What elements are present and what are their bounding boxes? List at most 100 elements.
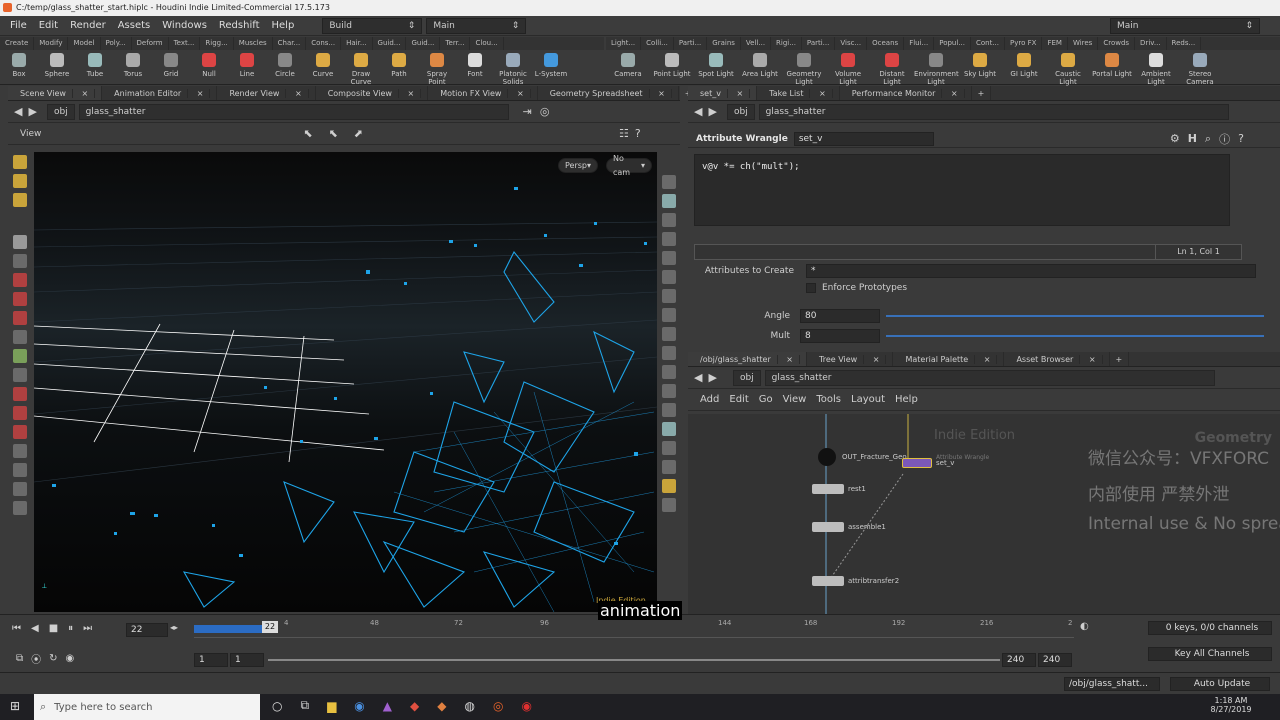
shelf-tab[interactable]: Poly... (101, 37, 132, 50)
path-obj[interactable]: obj (46, 103, 75, 120)
close-icon[interactable]: × (975, 355, 998, 364)
close-icon[interactable]: × (810, 89, 833, 98)
shelf-tab[interactable]: Oceans (867, 37, 905, 50)
mult-field[interactable]: 8 (800, 329, 880, 343)
shelf-tool[interactable]: Font (456, 50, 494, 86)
shelf-tool[interactable]: Path (380, 50, 418, 86)
shelf-tab[interactable]: Muscles (234, 37, 273, 50)
shelf-tab[interactable]: FEM (1042, 37, 1068, 50)
shelf-tab[interactable]: Char... (273, 37, 307, 50)
shelf-tab[interactable]: Cont... (971, 37, 1006, 50)
angle-slider[interactable] (886, 315, 1264, 317)
shelf-tool[interactable]: Sky Light (958, 50, 1002, 86)
shaded-icon[interactable] (662, 232, 676, 246)
first-frame-icon[interactable]: ⏮ (12, 623, 21, 634)
chrome-icon[interactable]: ◉ (354, 699, 364, 713)
tab-item[interactable]: Render View × (217, 86, 316, 100)
network-editor[interactable]: Indie Edition Geometry OUT_Fracture_Geo … (688, 414, 1280, 614)
shelf-tool[interactable]: Line (228, 50, 266, 86)
shelf-tab[interactable]: Terr... (440, 37, 471, 50)
shelf-tool[interactable]: Area Light (738, 50, 782, 86)
grid-toggle-icon[interactable] (662, 479, 676, 493)
3d-viewport[interactable]: Persp▾ No cam▾ Indie Edition ⟂ (34, 152, 657, 612)
shelf-tool[interactable]: Point Light (650, 50, 694, 86)
auto-update-dropdown[interactable]: Auto Update (1170, 677, 1270, 691)
add-tab-icon[interactable]: + (1110, 352, 1130, 366)
shelf-tab[interactable]: Grains (707, 37, 741, 50)
add-tab-icon[interactable]: + (972, 86, 992, 100)
range-slider[interactable] (268, 659, 1000, 661)
range-icon[interactable]: ⦿ (31, 651, 41, 666)
gear-icon[interactable]: ⚙ (1170, 132, 1180, 145)
menu-item[interactable]: Help (266, 20, 301, 31)
network-node[interactable]: assemble1 (812, 522, 886, 532)
enforce-checkbox[interactable] (806, 283, 816, 293)
shelf-tool[interactable]: Draw Curve (342, 50, 380, 86)
select-arrow-2-icon[interactable]: ⬉ (329, 127, 338, 140)
params-path-node[interactable]: glass_shatter (758, 103, 1229, 120)
shelf-tool[interactable]: Tube (76, 50, 114, 86)
rotate-tool-icon[interactable] (13, 193, 27, 207)
close-icon[interactable]: × (188, 89, 211, 98)
app-5-icon[interactable]: ◉ (521, 699, 531, 713)
shelf-tab[interactable]: Guid... (373, 37, 407, 50)
shelf-tool[interactable]: Portal Light (1090, 50, 1134, 86)
vex-code-editor[interactable]: v@v *= ch("mult"); (694, 154, 1230, 226)
tab-item[interactable]: Performance Monitor × (840, 86, 972, 100)
shelf-tab[interactable]: Create (0, 37, 35, 50)
sphere-tool-icon[interactable] (13, 501, 27, 515)
search-icon[interactable]: ⌕ (1205, 132, 1211, 146)
lock-tool-icon[interactable] (13, 254, 27, 268)
link-icon[interactable]: ◎ (540, 105, 550, 118)
shelf-tab[interactable]: Light... (606, 37, 642, 50)
close-icon[interactable]: × (727, 89, 751, 98)
reverse-play-icon[interactable]: ◀ (31, 623, 39, 634)
info-icon[interactable]: ⓘ (1219, 131, 1230, 147)
shelf-tab[interactable]: Deform (132, 37, 169, 50)
camera-dropdown[interactable]: No cam ▾ (606, 154, 652, 177)
audio-icon[interactable]: ◐ (1080, 621, 1089, 632)
shelf-tool[interactable]: Geometry Light (782, 50, 826, 86)
edge-icon[interactable] (662, 289, 676, 303)
menu-item[interactable]: Windows (156, 20, 213, 31)
step-arrows-icon[interactable]: ◂▸ (170, 623, 178, 632)
camera-tool-icon[interactable] (13, 482, 27, 496)
shelf-tool[interactable]: GI Light (1002, 50, 1046, 86)
status-path[interactable]: /obj/glass_shatt... (1064, 677, 1160, 691)
shelf-tool[interactable]: Sphere (38, 50, 76, 86)
keys-field[interactable]: 0 keys, 0/0 channels (1148, 621, 1272, 635)
network-path-node[interactable]: glass_shatter (764, 369, 1215, 386)
menu-item[interactable]: Redshift (213, 20, 266, 31)
stop-icon[interactable]: ■ (49, 623, 58, 634)
display-icon[interactable] (662, 175, 676, 189)
select-tool-icon[interactable] (13, 235, 27, 249)
app-3-icon[interactable]: ◆ (437, 699, 446, 713)
shelf-tool[interactable]: Platonic Solids (494, 50, 532, 86)
pin-icon[interactable]: ⇥ (523, 105, 532, 118)
network-node[interactable]: rest1 (812, 484, 866, 494)
options-icon[interactable]: ◉ (66, 653, 75, 664)
pose-tool-icon[interactable] (13, 311, 27, 325)
attributes-field[interactable]: * (806, 264, 1256, 278)
shelf-tab[interactable]: Visc... (835, 37, 868, 50)
close-icon[interactable]: × (286, 89, 309, 98)
shelf-tab[interactable]: Wires (1068, 37, 1099, 50)
close-icon[interactable]: × (508, 89, 531, 98)
perspective-dropdown[interactable]: Persp ▾ (558, 158, 598, 173)
shelf-tab[interactable]: Crowds (1098, 37, 1136, 50)
snap-icon[interactable]: ⬈ (354, 127, 363, 140)
forward-arrow-icon[interactable]: ▶ (28, 105, 36, 118)
tab-item[interactable]: Material Palette × (893, 352, 1005, 366)
shelf-tab[interactable]: Flui... (904, 37, 935, 50)
tab-item[interactable]: set_v × (688, 86, 758, 100)
network-menu-item[interactable]: Edit (729, 394, 748, 405)
shelf-tab[interactable]: Driv... (1135, 37, 1167, 50)
back-arrow-icon[interactable]: ◀ (694, 105, 702, 118)
file-explorer-icon[interactable]: ▆ (327, 699, 336, 713)
build-dropdown[interactable]: Build ⇕ (322, 17, 423, 34)
forward-arrow-icon[interactable]: ▶ (708, 371, 716, 384)
shelf-tab[interactable]: Parti... (802, 37, 836, 50)
close-icon[interactable]: × (942, 89, 965, 98)
prim-icon[interactable] (662, 308, 676, 322)
shelf-tab[interactable]: Rigi... (771, 37, 802, 50)
